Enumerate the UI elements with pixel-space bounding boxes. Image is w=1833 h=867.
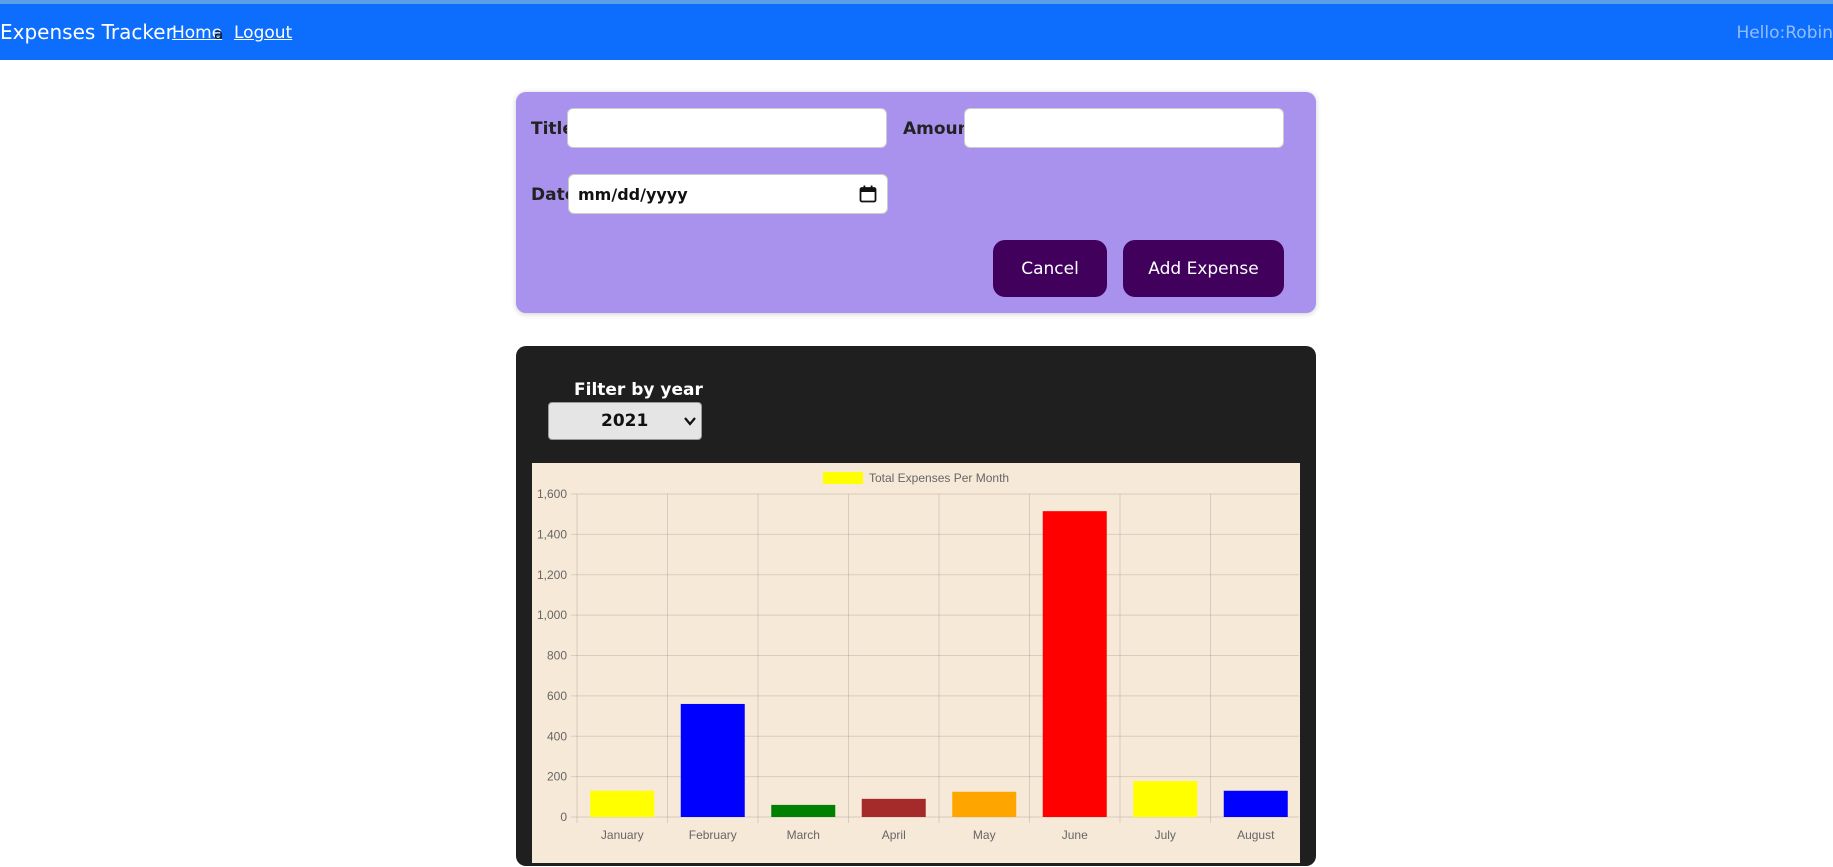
x-tick-label: July	[1155, 828, 1176, 842]
nav-logout-link[interactable]: Logout	[234, 23, 292, 43]
amount-input[interactable]	[964, 108, 1284, 148]
bar-april[interactable]	[861, 798, 926, 817]
bar-february[interactable]	[680, 703, 745, 817]
legend-label: Total Expenses Per Month	[869, 471, 1009, 485]
year-select[interactable]: 2021	[548, 402, 702, 440]
x-tick-label: February	[689, 828, 737, 842]
chevron-down-icon	[684, 417, 696, 426]
title-input[interactable]	[567, 108, 887, 148]
filter-label: Filter by year	[574, 380, 703, 400]
y-tick-label: 800	[547, 649, 567, 663]
x-tick-label: June	[1062, 828, 1088, 842]
y-tick-label: 1,600	[537, 487, 567, 501]
y-tick-label: 600	[547, 689, 567, 703]
y-tick-label: 200	[547, 770, 567, 784]
bar-january[interactable]	[590, 790, 655, 817]
y-tick-label: 1,400	[537, 527, 567, 541]
expenses-chart-card: Filter by year 2021 Total Expenses Per M…	[516, 346, 1316, 866]
bar-june[interactable]	[1042, 511, 1107, 817]
y-tick-label: 1,000	[537, 608, 567, 622]
x-tick-label: May	[973, 828, 996, 842]
date-placeholder: mm/dd/yyyy	[578, 185, 688, 204]
user-greeting: Hello:Robin	[1736, 23, 1833, 43]
date-input[interactable]: mm/dd/yyyy	[568, 174, 888, 214]
bar-july[interactable]	[1133, 781, 1198, 817]
bar-may[interactable]	[952, 791, 1017, 817]
bar-august[interactable]	[1223, 790, 1288, 817]
legend-swatch	[823, 472, 863, 484]
add-expense-button[interactable]: Add Expense	[1123, 240, 1284, 297]
y-tick-label: 1,200	[537, 568, 567, 582]
x-tick-label: April	[882, 828, 906, 842]
chart-svg: Total Expenses Per Month 0 200 400 600 800 1,0…	[537, 471, 1302, 842]
bar-chart: Total Expenses Per Month 0 200 400 600 800 1,0…	[532, 463, 1302, 863]
navbar: Expenses Tracker Home a Logout Hello:Rob…	[0, 4, 1833, 60]
x-tick-label: August	[1237, 828, 1275, 842]
brand-title[interactable]: Expenses Tracker	[0, 20, 174, 44]
x-tick-label: January	[601, 828, 644, 842]
year-select-value: 2021	[601, 411, 649, 431]
y-tick-label: 400	[547, 729, 567, 743]
expense-form: Title Amount Date mm/dd/yyyy Cancel Add …	[516, 92, 1316, 313]
y-tick-label: 0	[560, 810, 567, 824]
nav-stray-text: a	[214, 25, 224, 43]
bar-march[interactable]	[771, 804, 836, 817]
x-tick-label: March	[787, 828, 820, 842]
cancel-button[interactable]: Cancel	[993, 240, 1107, 297]
calendar-icon[interactable]	[859, 185, 877, 203]
